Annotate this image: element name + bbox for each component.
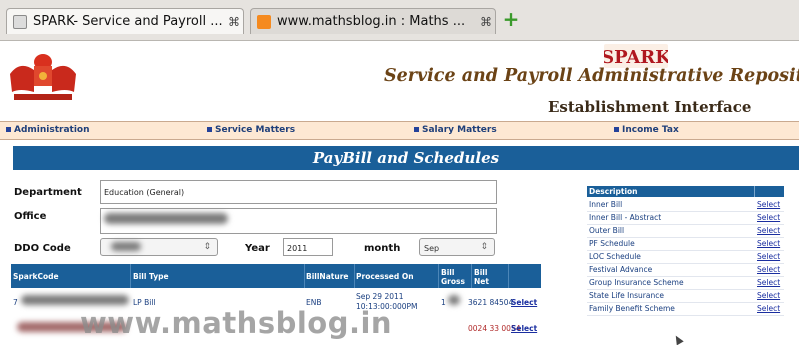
description-label: Inner Bill - Abstract [589, 213, 662, 222]
main-menu: Administration Service Matters Salary Ma… [0, 121, 799, 140]
menu-item-label: Administration [14, 125, 90, 135]
chevron-updown-icon: ⇕ [480, 242, 488, 252]
month-value: Sep [424, 244, 440, 253]
select-link[interactable]: Select [757, 226, 780, 235]
column-separator [754, 186, 755, 197]
department-field[interactable]: Education (General) [100, 180, 497, 204]
page-subtitle: Establishment Interface [548, 98, 752, 116]
blogger-icon [257, 14, 271, 29]
mouse-cursor-icon [672, 333, 684, 345]
office-label: Office [14, 211, 47, 222]
redacted-spark-code [21, 295, 129, 305]
bill-gross-cell: 1 [441, 298, 446, 307]
column-header: Processed On [356, 272, 414, 281]
plus-icon[interactable]: + [502, 9, 520, 29]
menu-item-service-matters[interactable]: Service Matters [207, 125, 295, 135]
redacted-office [104, 213, 228, 224]
menu-item-label: Income Tax [622, 125, 679, 135]
description-label: Outer Bill [589, 226, 625, 235]
description-label: Group Insurance Scheme [589, 278, 684, 287]
column-header: Description [589, 187, 638, 196]
section-banner: PayBill and Schedules [13, 146, 799, 170]
description-label: Festival Advance [589, 265, 653, 274]
list-item: Outer Bill Select [587, 224, 784, 238]
close-icon[interactable]: ⌘ [477, 15, 495, 29]
select-link[interactable]: Select [757, 252, 780, 261]
select-link[interactable]: Select [757, 291, 780, 300]
column-header: Bill Gross [441, 268, 465, 286]
select-link[interactable]: Select [757, 304, 780, 313]
month-label: month [364, 243, 401, 254]
list-item: Inner Bill - Abstract Select [587, 211, 784, 225]
select-link[interactable]: Select [511, 298, 537, 307]
column-separator [354, 264, 355, 288]
list-item: PF Schedule Select [587, 237, 784, 251]
column-header: Bill Net [474, 268, 489, 286]
column-separator [508, 264, 509, 288]
kerala-emblem-icon [10, 54, 76, 100]
column-separator [438, 264, 439, 288]
spark-logo-text: SPARK [604, 47, 668, 68]
select-link[interactable]: Select [757, 278, 780, 287]
ddo-code-label: DDO Code [14, 243, 71, 254]
list-item: Group Insurance Scheme Select [587, 276, 784, 290]
redacted-ddo [111, 242, 141, 251]
bill-net-cell: 3621 84504 [468, 298, 514, 307]
description-label: PF Schedule [589, 239, 635, 248]
bullet-icon [207, 127, 212, 132]
chevron-updown-icon: ⇕ [203, 242, 211, 252]
column-separator [130, 264, 131, 288]
menu-item-label: Service Matters [215, 125, 296, 135]
select-link[interactable]: Select [757, 213, 780, 222]
list-item: Family Benefit Scheme Select [587, 302, 784, 316]
month-select[interactable]: Sep ⇕ [419, 238, 495, 256]
column-separator [471, 264, 472, 288]
year-field[interactable]: 2011 [283, 238, 333, 256]
redacted-gross [448, 295, 460, 305]
description-label: State Life Insurance [589, 291, 664, 300]
table-header: Description [587, 186, 784, 197]
select-link[interactable]: Select [511, 324, 537, 333]
close-icon[interactable]: ⌘ [225, 15, 243, 29]
bullet-icon [414, 127, 419, 132]
description-label: LOC Schedule [589, 252, 641, 261]
browser-tab-bar: SPARK- Service and Payroll ... ⌘ www.mat… [0, 0, 799, 41]
page-icon [13, 14, 27, 29]
bullet-icon [6, 127, 11, 132]
year-label: Year [245, 243, 270, 254]
list-item: Inner Bill Select [587, 198, 784, 212]
watermark: www.mathsblog.in [80, 306, 393, 340]
tab-label: www.mathsblog.in : Maths ... [277, 14, 466, 29]
description-label: Inner Bill [589, 200, 623, 209]
menu-item-administration[interactable]: Administration [6, 125, 90, 135]
column-header: Bill Type [133, 272, 169, 281]
menu-item-salary-matters[interactable]: Salary Matters [414, 125, 497, 135]
tab-mathsblog[interactable]: www.mathsblog.in : Maths ... ⌘ [250, 8, 496, 34]
list-item: LOC Schedule Select [587, 250, 784, 264]
tab-label: SPARK- Service and Payroll ... [33, 14, 223, 29]
select-link[interactable]: Select [757, 239, 780, 248]
select-link[interactable]: Select [757, 265, 780, 274]
column-separator [304, 264, 305, 288]
bullet-icon [614, 127, 619, 132]
table-header: SparkCode Bill Type BillNature Processed… [11, 264, 541, 288]
select-link[interactable]: Select [757, 200, 780, 209]
tab-spark[interactable]: SPARK- Service and Payroll ... ⌘ [6, 8, 244, 34]
spark-code-cell: 7 [13, 298, 18, 307]
description-label: Family Benefit Scheme [589, 304, 675, 313]
column-header: SparkCode [13, 272, 59, 281]
list-item: Festival Advance Select [587, 263, 784, 277]
page-title: Service and Payroll Administrative Repos… [384, 66, 799, 86]
menu-item-label: Salary Matters [422, 125, 497, 135]
menu-item-income-tax[interactable]: Income Tax [614, 125, 679, 135]
list-item: State Life Insurance Select [587, 289, 784, 303]
department-label: Department [14, 187, 82, 198]
column-header: BillNature [306, 272, 349, 281]
